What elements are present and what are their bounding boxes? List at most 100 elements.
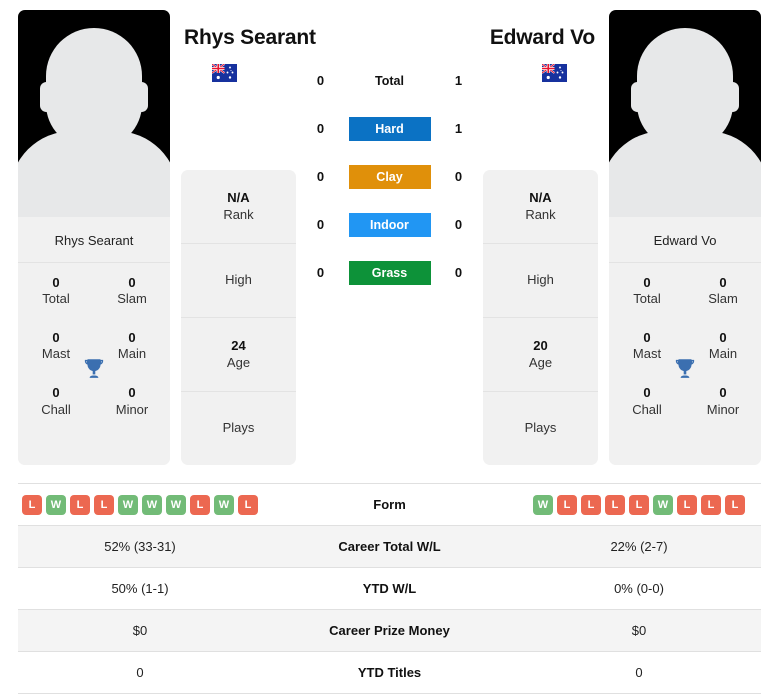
titles-slam-label-right: Slam <box>708 291 738 307</box>
titles-total-label-right: Total <box>633 291 661 307</box>
surface-grass-left-score: 0 <box>316 265 325 280</box>
age-cell-right: 20 Age <box>483 318 598 392</box>
surface-grass-label[interactable]: Grass <box>348 260 431 285</box>
player-name-right[interactable]: Edward Vo <box>490 26 599 50</box>
high-cell-right: High <box>483 244 598 318</box>
player-name-left[interactable]: Rhys Searant <box>180 26 316 50</box>
player-info-strip-right: N/A Rank High 20 Age Plays <box>483 170 598 465</box>
titles-chall-value-left: 0 <box>52 385 60 401</box>
form-badge-loss[interactable]: L <box>94 494 114 515</box>
titles-minor-label-left: Minor <box>115 401 149 417</box>
rank-cell-left: N/A Rank <box>181 170 296 244</box>
form-badge-loss[interactable]: L <box>190 494 210 515</box>
high-cell-left: High <box>181 244 296 318</box>
form-badge-loss[interactable]: L <box>725 494 745 515</box>
form-badge-win[interactable]: W <box>118 494 138 515</box>
age-label-left: Age <box>226 354 251 370</box>
surface-hard-right-score: 1 <box>454 121 463 136</box>
career-wl-left: 52% (33-31) <box>104 539 176 554</box>
form-badge-win[interactable]: W <box>653 494 673 515</box>
form-badge-loss[interactable]: L <box>22 494 42 515</box>
rank-value-right: N/A <box>529 189 552 205</box>
form-badge-win[interactable]: W <box>142 494 162 515</box>
titles-slam-label-left: Slam <box>117 291 147 307</box>
rank-cell-right: N/A Rank <box>483 170 598 244</box>
table-row-ytd-titles: 0 YTD Titles 0 <box>18 652 761 694</box>
ytd-titles-left: 0 <box>136 665 144 680</box>
titles-chall-label-left: Chall <box>41 401 71 417</box>
player-card-name-left: Rhys Searant <box>18 217 170 263</box>
form-badge-loss[interactable]: L <box>605 494 625 515</box>
player-photo-left <box>18 10 170 217</box>
titles-total-left: 0 Total <box>18 263 94 318</box>
surface-row-hard: 0 Hard 1 <box>170 116 609 141</box>
table-row-prize-money: $0 Career Prize Money $0 <box>18 610 761 652</box>
surface-row-total: 0 Total 1 <box>170 68 609 93</box>
titles-total-value-left: 0 <box>52 275 60 290</box>
titles-total-right: 0 Total <box>609 263 685 318</box>
titles-chall-value-right: 0 <box>643 385 651 401</box>
titles-grid-right: 0 Total 0 Slam 0 Mast 0 Main 0 Chall 0 M… <box>609 263 761 465</box>
player-photo-right <box>609 10 761 217</box>
titles-slam-value-right: 0 <box>719 275 727 290</box>
form-badge-loss[interactable]: L <box>677 494 697 515</box>
form-badge-win[interactable]: W <box>166 494 186 515</box>
form-badges-right: WLLLLWLLL <box>517 494 761 515</box>
high-label-right: High <box>527 272 554 288</box>
table-row-label-career-wl: Career Total W/L <box>338 539 441 554</box>
player-card-right[interactable]: Edward Vo 0 Total 0 Slam 0 Mast 0 Main 0… <box>609 10 761 465</box>
surface-indoor-right-score: 0 <box>454 217 463 232</box>
surface-indoor-left-score: 0 <box>316 217 325 232</box>
titles-main-value-right: 0 <box>719 330 727 346</box>
form-badge-win[interactable]: W <box>46 494 66 515</box>
titles-total-label-left: Total <box>42 291 70 307</box>
form-badge-loss[interactable]: L <box>557 494 577 515</box>
form-badge-loss[interactable]: L <box>629 494 649 515</box>
titles-slam-value-left: 0 <box>128 275 136 290</box>
age-label-right: Age <box>528 354 553 370</box>
form-badges-left: LWLLWWWLWL <box>18 494 262 515</box>
form-badge-loss[interactable]: L <box>70 494 90 515</box>
career-prize-right: $0 <box>631 623 647 638</box>
table-row-label-ytd-wl: YTD W/L <box>362 581 417 596</box>
table-row-career-wl: 52% (33-31) Career Total W/L 22% (2-7) <box>18 526 761 568</box>
player-card-left[interactable]: Rhys Searant 0 Total 0 Slam 0 Mast 0 Mai… <box>18 10 170 465</box>
form-badge-loss[interactable]: L <box>581 494 601 515</box>
form-badge-loss[interactable]: L <box>238 494 258 515</box>
career-wl-right: 22% (2-7) <box>610 539 668 554</box>
player-names-row: Rhys Searant Edward Vo <box>180 10 599 50</box>
avatar-ear-right-icon <box>726 82 739 112</box>
surface-grass-right-score: 0 <box>454 265 463 280</box>
comparison-header: Rhys Searant 0 Total 0 Slam 0 Mast 0 Mai… <box>0 0 779 478</box>
ytd-wl-right: 0% (0-0) <box>614 581 664 596</box>
avatar-shoulders-icon <box>18 131 170 217</box>
titles-minor-label-right: Minor <box>706 401 740 417</box>
age-value-right: 20 <box>533 337 548 353</box>
form-badge-win[interactable]: W <box>533 494 553 515</box>
titles-total-value-right: 0 <box>643 275 651 290</box>
titles-main-value-left: 0 <box>128 330 136 346</box>
surface-clay-left-score: 0 <box>316 169 325 184</box>
trophy-icon <box>84 359 104 378</box>
titles-minor-value-right: 0 <box>719 385 727 401</box>
surface-clay-right-score: 0 <box>454 169 463 184</box>
surface-clay-label[interactable]: Clay <box>348 164 431 189</box>
plays-cell-right: Plays <box>483 392 598 465</box>
titles-slam-left: 0 Slam <box>94 263 170 318</box>
plays-label-right: Plays <box>524 420 557 436</box>
table-row-label-prize-money: Career Prize Money <box>329 623 450 638</box>
rank-label-right: Rank <box>525 206 556 222</box>
surface-indoor-label[interactable]: Indoor <box>348 212 431 237</box>
high-label-left: High <box>225 272 252 288</box>
form-badge-loss[interactable]: L <box>701 494 721 515</box>
form-badge-win[interactable]: W <box>214 494 234 515</box>
titles-mast-value-right: 0 <box>643 330 651 346</box>
avatar-ear-left-icon <box>40 82 53 112</box>
table-row-ytd-wl: 50% (1-1) YTD W/L 0% (0-0) <box>18 568 761 610</box>
surface-hard-label[interactable]: Hard <box>348 116 431 141</box>
surface-total-label[interactable]: Total <box>349 69 431 93</box>
table-row-label-form: Form <box>373 497 406 512</box>
comparison-stats-table: LWLLWWWLWL Form WLLLLWLLL 52% (33-31) Ca… <box>18 483 761 694</box>
age-cell-left: 24 Age <box>181 318 296 392</box>
titles-chall-label-right: Chall <box>632 401 662 417</box>
